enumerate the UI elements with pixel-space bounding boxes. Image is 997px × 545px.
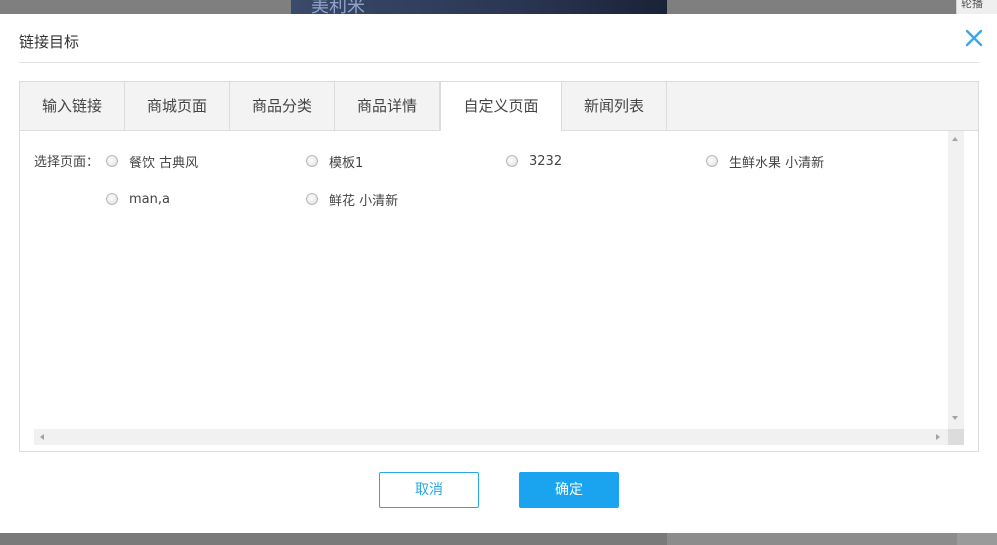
tab-news-list[interactable]: 新闻列表 <box>562 82 667 130</box>
tab-mall-page[interactable]: 商城页面 <box>125 82 230 130</box>
tab-input-link[interactable]: 输入链接 <box>20 82 125 130</box>
page-option-label: 餐饮 古典风 <box>129 155 199 171</box>
page-option-fresh-fruit[interactable]: 生鲜水果 小清新 <box>706 152 825 171</box>
scroll-left-arrow-icon[interactable] <box>40 434 44 440</box>
page-option-label: man,a <box>129 191 170 207</box>
tab-content-custom-page: 选择页面： 餐饮 古典风 模板1 3232 生鲜水果 小清新 man,a 鲜花 … <box>20 131 978 451</box>
radio-button[interactable] <box>506 155 518 167</box>
tab-product-detail[interactable]: 商品详情 <box>335 82 440 130</box>
tab-bar: 输入链接 商城页面 商品分类 商品详情 自定义页面 新闻列表 <box>20 82 978 131</box>
background-bottom-middle <box>667 533 957 545</box>
radio-button[interactable] <box>106 155 118 167</box>
horizontal-scrollbar[interactable] <box>34 429 948 445</box>
page-option-3232[interactable]: 3232 <box>506 152 562 170</box>
page-option-mana[interactable]: man,a <box>106 190 170 208</box>
radio-button[interactable] <box>306 193 318 205</box>
page-option-catering-classic[interactable]: 餐饮 古典风 <box>106 152 199 171</box>
title-divider <box>19 62 979 63</box>
dialog-title: 链接目标 <box>19 33 80 51</box>
page-option-template-1[interactable]: 模板1 <box>306 152 364 171</box>
page-option-label: 鲜花 小清新 <box>329 193 399 209</box>
page-option-flowers-fresh[interactable]: 鲜花 小清新 <box>306 190 399 209</box>
background-right-tab-text: 轮播 <box>961 0 983 10</box>
radio-button[interactable] <box>306 155 318 167</box>
background-banner: 美利米 <box>291 0 667 17</box>
page-option-label: 生鲜水果 小清新 <box>729 155 825 171</box>
close-icon <box>965 29 983 47</box>
background-bottom-left <box>0 533 667 545</box>
scroll-down-arrow-icon[interactable] <box>952 416 958 420</box>
link-target-dialog: 链接目标 输入链接 商城页面 商品分类 商品详情 自定义页面 新闻列表 选择页面… <box>0 14 997 533</box>
page-option-label: 模板1 <box>329 155 364 171</box>
confirm-button[interactable]: 确定 <box>519 472 619 508</box>
page-option-label: 3232 <box>529 153 563 169</box>
scroll-right-arrow-icon[interactable] <box>936 434 940 440</box>
link-tabs-panel: 输入链接 商城页面 商品分类 商品详情 自定义页面 新闻列表 选择页面： 餐饮 … <box>19 81 979 452</box>
cancel-button[interactable]: 取消 <box>379 472 479 508</box>
close-button[interactable] <box>962 26 986 50</box>
background-right-panel: 轮播 <box>956 0 997 14</box>
tab-custom-page[interactable]: 自定义页面 <box>440 82 562 131</box>
tab-product-category[interactable]: 商品分类 <box>230 82 335 130</box>
radio-button[interactable] <box>106 193 118 205</box>
background-bottom-right <box>957 533 997 545</box>
select-page-label: 选择页面： <box>34 155 100 170</box>
vertical-scrollbar[interactable] <box>948 131 964 429</box>
scroll-up-arrow-icon[interactable] <box>952 137 958 141</box>
radio-button[interactable] <box>706 155 718 167</box>
scrollbar-corner <box>948 429 964 445</box>
